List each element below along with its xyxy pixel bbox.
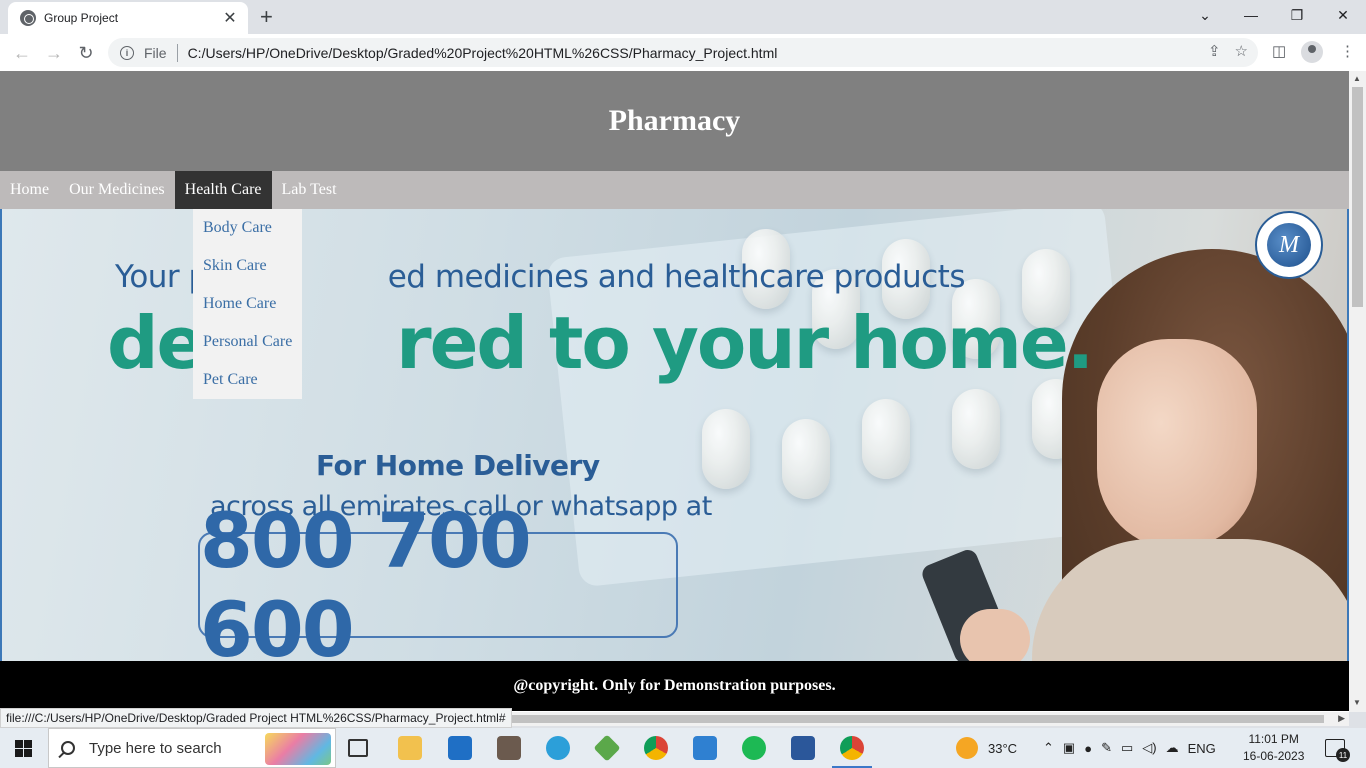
file-label: File: [144, 44, 167, 61]
pill-graphic: [862, 399, 910, 479]
copyright-text: @copyright. Only for Demonstration purpo…: [513, 677, 836, 694]
vertical-scroll-thumb[interactable]: [1352, 87, 1363, 307]
site-title: Pharmacy: [608, 104, 741, 137]
minimize-icon[interactable]: —: [1228, 0, 1274, 30]
side-panel-icon[interactable]: ◫: [1272, 42, 1286, 60]
weather-sun-icon: [956, 737, 978, 759]
reload-icon[interactable]: ↻: [74, 41, 98, 65]
search-highlight-graphic: [265, 733, 331, 765]
vscode-icon[interactable]: [693, 736, 717, 760]
notification-icon[interactable]: 11: [1325, 739, 1350, 762]
file-explorer-icon[interactable]: [398, 736, 422, 760]
banner-line-3: For Home Delivery: [316, 449, 600, 482]
url-text[interactable]: C:/Users/HP/OneDrive/Desktop/Graded%20Pr…: [188, 45, 778, 61]
logo-letter: M: [1267, 223, 1311, 267]
forward-icon[interactable]: →: [42, 41, 66, 65]
app-icon[interactable]: [497, 736, 521, 760]
dropdown-body-care[interactable]: Body Care: [193, 209, 302, 247]
pill-graphic: [952, 389, 1000, 469]
back-icon[interactable]: ←: [10, 41, 34, 65]
hand-graphic: [960, 609, 1030, 661]
restore-icon[interactable]: ❐: [1274, 0, 1320, 30]
tab-title: Group Project: [44, 11, 119, 25]
pill-graphic: [782, 419, 830, 499]
chrome-active-icon[interactable]: [832, 736, 872, 768]
tab-search-icon[interactable]: ⌄: [1182, 0, 1228, 30]
info-icon[interactable]: i: [120, 45, 134, 60]
node-icon[interactable]: [593, 734, 621, 762]
phone-number: 800 700 600: [200, 496, 532, 661]
clock[interactable]: 11:01 PM 16-06-2023: [1243, 731, 1304, 765]
nav-our-medicines[interactable]: Our Medicines: [59, 171, 175, 209]
volume-icon[interactable]: ◁): [1142, 740, 1156, 756]
nav-lab-test[interactable]: Lab Test: [272, 171, 347, 209]
globe-icon: [20, 10, 36, 26]
browser-tab[interactable]: Group Project ✕: [8, 2, 248, 34]
system-tray: ⌃ ▣ ● ✎ ▭ ◁) ☁ ENG: [1043, 728, 1216, 768]
battery-icon[interactable]: ▭: [1121, 740, 1133, 756]
phone-number-box: 800 700 600: [198, 496, 678, 661]
dropdown-personal-care[interactable]: Personal Care: [193, 323, 302, 361]
dropdown-skin-care[interactable]: Skin Care: [193, 247, 302, 285]
microphone-icon[interactable]: ●: [1084, 741, 1092, 756]
edge-browser-icon[interactable]: [546, 736, 570, 760]
word-icon[interactable]: [791, 736, 815, 760]
vertical-scrollbar[interactable]: ▲ ▼: [1349, 71, 1366, 712]
nav-home[interactable]: Home: [0, 171, 59, 209]
share-icon[interactable]: ⇪: [1208, 42, 1221, 60]
profile-avatar[interactable]: [1301, 41, 1323, 63]
dropdown-home-care[interactable]: Home Care: [193, 285, 302, 323]
divider: [176, 43, 178, 62]
tab-strip: Group Project ✕ + ⌄ — ❐ ✕: [0, 0, 1366, 34]
close-window-icon[interactable]: ✕: [1320, 0, 1366, 30]
browser-toolbar: ← → ↻ i File C:/Users/HP/OneDrive/Deskto…: [0, 34, 1366, 71]
status-bar-url: file:///C:/Users/HP/OneDrive/Desktop/Gra…: [0, 708, 512, 728]
page-viewport: Pharmacy Home Our Medicines Health Care …: [0, 71, 1349, 712]
scroll-down-icon[interactable]: ▼: [1353, 698, 1361, 707]
search-placeholder: Type here to search: [89, 739, 222, 757]
chrome-icon[interactable]: [644, 736, 668, 760]
language-indicator[interactable]: ENG: [1188, 741, 1216, 756]
mail-icon[interactable]: [448, 736, 472, 760]
camera-icon[interactable]: ▣: [1063, 740, 1075, 756]
address-bar[interactable]: i File C:/Users/HP/OneDrive/Desktop/Grad…: [108, 38, 1258, 67]
scroll-right-icon[interactable]: ▶: [1338, 713, 1345, 724]
site-header: Pharmacy: [0, 71, 1349, 171]
clock-date: 16-06-2023: [1243, 749, 1305, 763]
brand-logo: M: [1255, 211, 1323, 279]
taskbar-search[interactable]: Type here to search: [48, 728, 336, 768]
clock-time: 11:01 PM: [1248, 732, 1299, 746]
task-view-icon[interactable]: [348, 739, 368, 757]
dropdown-pet-care[interactable]: Pet Care: [193, 361, 302, 399]
weather-temp: 33°C: [988, 740, 1018, 756]
pen-icon[interactable]: ✎: [1101, 740, 1112, 756]
new-tab-button[interactable]: +: [260, 6, 273, 28]
tab-close-icon[interactable]: ✕: [222, 8, 238, 28]
scroll-up-icon[interactable]: ▲: [1353, 74, 1361, 83]
onedrive-cloud-icon[interactable]: ☁: [1166, 740, 1179, 756]
menu-kebab-icon[interactable]: ⋮: [1340, 42, 1355, 60]
chevron-up-icon[interactable]: ⌃: [1043, 740, 1054, 756]
spotify-icon[interactable]: [742, 736, 766, 760]
taskbar: Type here to search 33°C ⌃ ▣ ● ✎ ▭ ◁) ☁ …: [0, 728, 1366, 768]
site-footer: @copyright. Only for Demonstration purpo…: [0, 661, 1349, 711]
notification-count: 11: [1336, 748, 1350, 762]
search-icon: [61, 741, 75, 755]
main-nav: Home Our Medicines Health Care Lab Test: [0, 171, 1349, 209]
windows-start-icon[interactable]: [15, 740, 32, 757]
bookmark-star-icon[interactable]: ☆: [1235, 42, 1248, 60]
health-care-dropdown: Body Care Skin Care Home Care Personal C…: [193, 209, 302, 399]
model-face-graphic: [1097, 339, 1257, 549]
nav-health-care[interactable]: Health Care: [174, 171, 272, 209]
pill-graphic: [702, 409, 750, 489]
weather-widget[interactable]: 33°C: [956, 728, 1017, 768]
